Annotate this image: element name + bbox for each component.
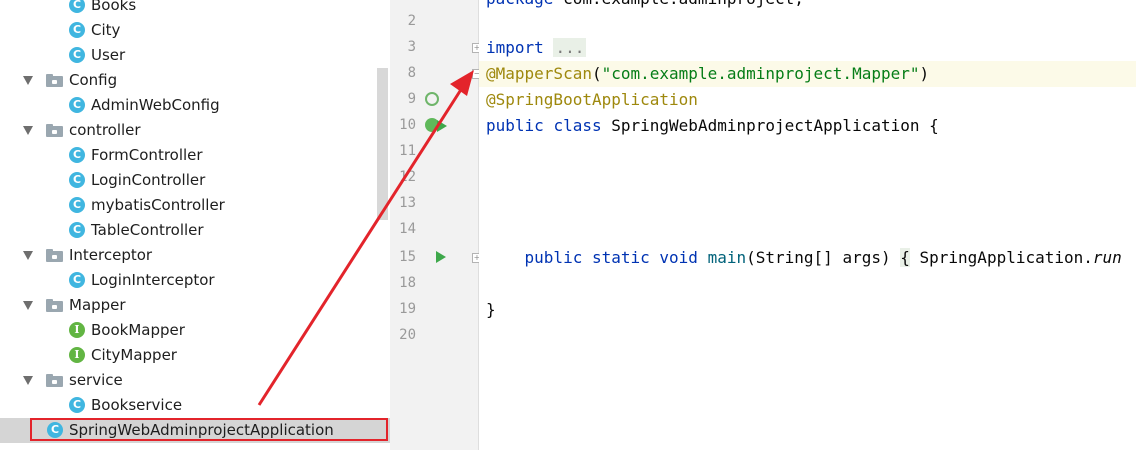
class-icon: C	[69, 222, 85, 238]
tree-folder-mapper[interactable]: Mapper	[0, 293, 390, 318]
tree-item-label: Mapper	[69, 296, 126, 314]
tree-item-city[interactable]: C City	[0, 18, 390, 43]
tree-item-label: User	[91, 46, 126, 64]
class-icon: C	[69, 47, 85, 63]
tree-item-label: Interceptor	[69, 246, 153, 264]
tree-item-adminwebconfig[interactable]: C AdminWebConfig	[0, 93, 390, 118]
code-line-package: package com.example.adminproject;	[486, 0, 804, 8]
tree-item-label: controller	[69, 121, 141, 139]
tree-folder-interceptor[interactable]: Interceptor	[0, 243, 390, 268]
class-icon: C	[69, 97, 85, 113]
folder-icon	[46, 124, 63, 137]
selection-highlight-box	[30, 418, 388, 441]
tree-item-label: BookMapper	[91, 321, 185, 339]
class-icon: C	[69, 172, 85, 188]
spring-bean-icon[interactable]	[425, 92, 439, 106]
code-line-main-method: public static void main(String[] args) {…	[524, 248, 1122, 267]
code-line-closing-brace: }	[486, 300, 496, 319]
class-icon: C	[69, 22, 85, 38]
interface-icon: I	[69, 347, 85, 363]
folder-icon	[46, 374, 63, 387]
tree-item-label: LoginInterceptor	[91, 271, 215, 289]
tree-item-citymapper[interactable]: I CityMapper	[0, 343, 390, 368]
line-number: 15	[399, 249, 416, 265]
class-icon: C	[69, 197, 85, 213]
line-number: 18	[399, 275, 416, 291]
code-line-class-declaration: public class SpringWebAdminprojectApplic…	[486, 116, 939, 135]
tree-item-label: service	[69, 371, 123, 389]
class-icon: C	[69, 397, 85, 413]
tree-item-bookmapper[interactable]: I BookMapper	[0, 318, 390, 343]
folder-icon	[46, 74, 63, 87]
tree-item-label: LoginController	[91, 171, 206, 189]
code-line-mapperscan: @MapperScan("com.example.adminproject.Ma…	[486, 64, 930, 83]
expand-arrow-icon[interactable]	[23, 126, 33, 135]
tree-folder-service[interactable]: service	[0, 368, 390, 393]
tree-item-logininterceptor[interactable]: C LoginInterceptor	[0, 268, 390, 293]
line-number: 12	[399, 169, 416, 185]
line-number: 10	[399, 117, 416, 133]
tree-item-label: AdminWebConfig	[91, 96, 220, 114]
line-number: 19	[399, 301, 416, 317]
tree-item-books[interactable]: C Books	[0, 0, 390, 18]
line-number: 13	[399, 195, 416, 211]
tree-item-bookservice[interactable]: C Bookservice	[0, 393, 390, 418]
tree-folder-config[interactable]: Config	[0, 68, 390, 93]
tree-folder-controller[interactable]: controller	[0, 118, 390, 143]
line-number: 9	[407, 91, 416, 107]
run-icon[interactable]	[437, 120, 447, 132]
tree-item-user[interactable]: C User	[0, 43, 390, 68]
tree-item-formcontroller[interactable]: C FormController	[0, 143, 390, 168]
folder-icon	[46, 299, 63, 312]
line-number: 3	[407, 39, 416, 55]
tree-item-label: FormController	[91, 146, 203, 164]
tree-item-label: mybatisController	[91, 196, 225, 214]
expand-arrow-icon[interactable]	[23, 376, 33, 385]
tree-item-tablecontroller[interactable]: C TableController	[0, 218, 390, 243]
class-icon: C	[69, 0, 85, 13]
expand-arrow-icon[interactable]	[23, 301, 33, 310]
editor-gutter: 2 3 8 9 10 11 12 13 14 15 18 19 20 + − +	[390, 0, 482, 450]
class-icon: C	[69, 272, 85, 288]
line-number: 2	[407, 13, 416, 29]
line-number: 11	[399, 143, 416, 159]
tree-item-label: Books	[91, 0, 137, 14]
code-line-import: import ...	[486, 38, 587, 57]
tree-item-label: TableController	[91, 221, 204, 239]
folded-imports[interactable]: ...	[553, 38, 587, 57]
tree-item-label: CityMapper	[91, 346, 177, 364]
expand-arrow-icon[interactable]	[23, 76, 33, 85]
line-number: 14	[399, 221, 416, 237]
run-icon[interactable]	[436, 251, 446, 263]
folder-icon	[46, 249, 63, 262]
tree-item-logincontroller[interactable]: C LoginController	[0, 168, 390, 193]
class-icon: C	[69, 147, 85, 163]
tree-item-label: City	[91, 21, 121, 39]
interface-icon: I	[69, 322, 85, 338]
project-tree: C Books C City C User Config C AdminWebC…	[0, 0, 390, 450]
line-number: 20	[399, 327, 416, 343]
tree-item-mybatiscontroller[interactable]: C mybatisController	[0, 193, 390, 218]
tree-scrollbar[interactable]	[377, 68, 388, 220]
tree-item-label: Bookservice	[91, 396, 183, 414]
line-number: 8	[407, 65, 416, 81]
code-line-springbootapplication: @SpringBootApplication	[486, 90, 698, 109]
tree-item-label: Config	[69, 71, 118, 89]
expand-arrow-icon[interactable]	[23, 251, 33, 260]
code-editor[interactable]: package com.example.adminproject; import…	[479, 0, 1136, 450]
